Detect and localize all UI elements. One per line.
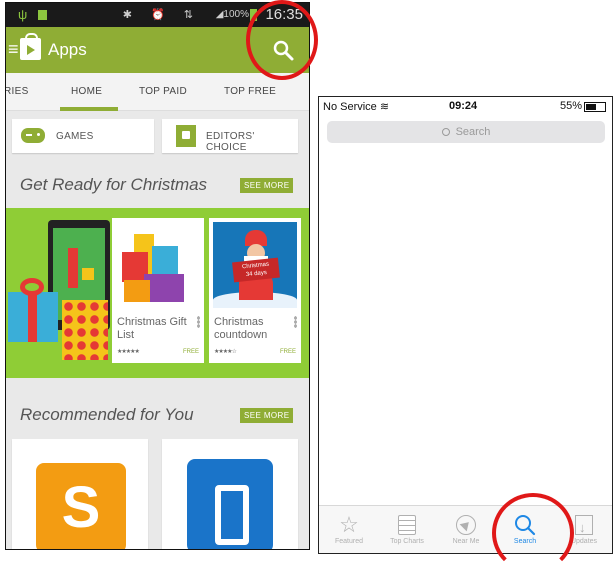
wifi-icon: ≋ xyxy=(379,101,390,113)
notification-icon xyxy=(38,10,47,20)
bow-illustration xyxy=(20,278,44,296)
see-more-button[interactable]: SEE MORE xyxy=(240,178,294,193)
decoration xyxy=(82,268,94,280)
highlight-circle-ios-search xyxy=(492,493,574,573)
app-rating: ★★★★★ xyxy=(117,349,140,355)
games-shortcut[interactable]: GAMES xyxy=(12,119,154,153)
app-icon: S xyxy=(36,463,126,549)
section-title-recommended: Recommended for You xyxy=(20,405,194,424)
app-bar-title: Apps xyxy=(48,40,87,59)
ios-app-store-screen: No Service ≋ 09:24 55% Search ☆ Featured… xyxy=(318,96,613,554)
app-artwork xyxy=(116,222,200,308)
highlight-circle-android-search xyxy=(246,0,318,80)
usb-icon: ψ xyxy=(18,7,28,22)
tab-top-charts[interactable]: Top Charts xyxy=(379,512,435,552)
gift-box xyxy=(144,274,184,302)
app-name: Christmas countdown xyxy=(214,316,268,341)
star-icon: ☆ xyxy=(339,512,359,537)
tab-featured[interactable]: ☆ Featured xyxy=(321,512,377,552)
app-price: FREE xyxy=(182,349,199,355)
battery-percent: 100% xyxy=(223,9,249,20)
gift-box xyxy=(124,280,150,302)
app-rating: ★★★★☆ xyxy=(214,349,237,355)
carrier-label: No Service ≋ xyxy=(323,100,389,113)
gift-illustration xyxy=(62,300,108,360)
location-icon xyxy=(456,515,476,535)
recommended-app-card[interactable] xyxy=(162,439,298,549)
gift-illustration xyxy=(8,292,58,342)
app-icon xyxy=(187,459,273,549)
download-icon xyxy=(575,515,593,541)
editors-choice-label: EDITORS' CHOICE xyxy=(206,131,255,153)
battery-percent: 55% xyxy=(559,100,582,112)
editors-choice-shortcut[interactable]: EDITORS' CHOICE xyxy=(162,119,298,153)
overflow-menu-icon[interactable] xyxy=(294,316,297,328)
tab-categories[interactable]: RIES xyxy=(6,86,29,97)
category-tabs: RIES HOME TOP PAID TOP FREE xyxy=(6,73,309,111)
status-time: 09:24 xyxy=(449,100,478,112)
editors-choice-icon xyxy=(176,125,196,147)
app-artwork: Christmas 34 days xyxy=(213,222,297,308)
tab-label: Featured xyxy=(334,538,364,545)
play-store-logo xyxy=(20,33,41,60)
list-icon-wrap xyxy=(379,512,435,538)
tab-top-paid[interactable]: TOP PAID xyxy=(139,86,187,97)
overflow-menu-icon[interactable] xyxy=(197,316,200,328)
tab-label: Near Me xyxy=(452,538,480,545)
list-icon xyxy=(398,515,416,535)
status-icons: ✱ ⏰ ⇅ xyxy=(122,9,201,21)
countdown-sign: Christmas 34 days xyxy=(232,257,280,283)
app-card-christmas-countdown[interactable]: Christmas 34 days Christmas countdown ★★… xyxy=(209,218,301,363)
decoration xyxy=(68,248,78,288)
games-label: GAMES xyxy=(56,131,94,142)
search-input[interactable]: Search xyxy=(327,121,605,143)
android-play-store-screen: ψ ✱ ⏰ ⇅ ◢100% 16:35 ≡ Apps RIES HOME TOP… xyxy=(5,2,310,550)
menu-icon[interactable]: ≡ xyxy=(8,40,19,58)
tab-home[interactable]: HOME xyxy=(71,86,102,97)
app-card-christmas-gift-list[interactable]: Christmas Gift List ★★★★★ FREE xyxy=(112,218,204,363)
search-placeholder: Search xyxy=(455,126,491,138)
christmas-promo-banner: Christmas Gift List ★★★★★ FREE Christmas… xyxy=(6,208,309,378)
see-more-button[interactable]: SEE MORE xyxy=(240,408,294,423)
search-icon xyxy=(441,128,450,136)
location-icon-wrap xyxy=(438,512,494,538)
store-content: GAMES EDITORS' CHOICE Get Ready for Chri… xyxy=(6,111,309,549)
ios-status-bar: No Service ≋ 09:24 55% xyxy=(319,97,612,115)
recommended-app-card[interactable]: S xyxy=(12,439,148,549)
app-price: FREE xyxy=(279,349,296,355)
signal-icon: ◢100% xyxy=(215,9,249,20)
app-name: Christmas Gift List xyxy=(117,316,187,341)
battery-icon xyxy=(584,102,606,112)
gamepad-icon xyxy=(21,128,45,143)
tab-label: Top Charts xyxy=(390,538,424,545)
section-title-christmas: Get Ready for Christmas xyxy=(20,175,208,194)
tab-near-me[interactable]: Near Me xyxy=(438,512,494,552)
tab-top-free[interactable]: TOP FREE xyxy=(224,86,276,97)
carrier-text: No Service xyxy=(323,101,377,113)
